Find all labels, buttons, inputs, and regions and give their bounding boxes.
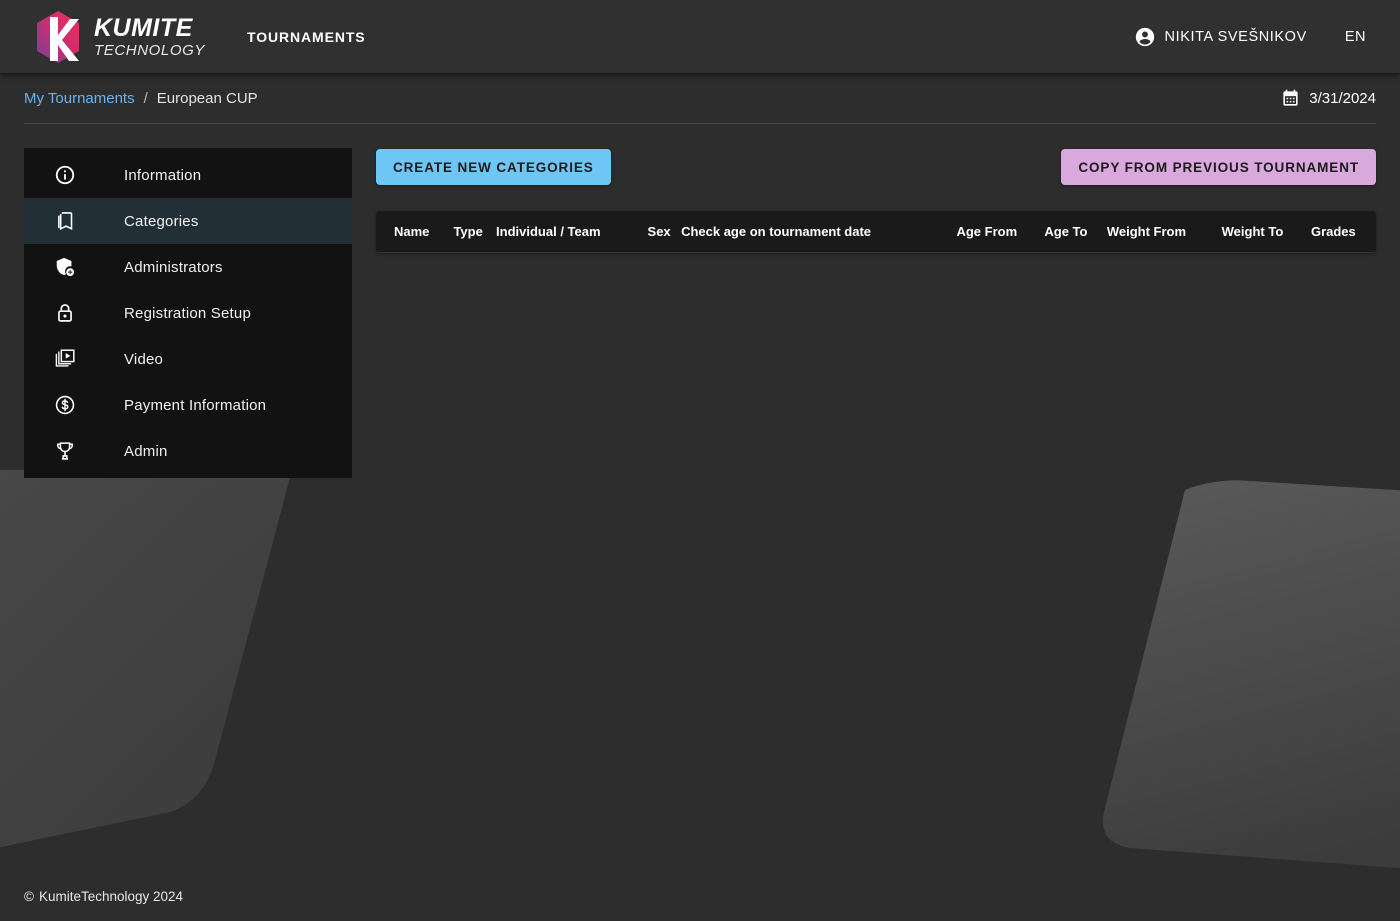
brand-name-line1: KUMITE: [94, 16, 205, 41]
categories-toolbar: CREATE NEW CATEGORIES COPY FROM PREVIOUS…: [376, 148, 1376, 186]
column-header-type[interactable]: Type: [453, 211, 496, 253]
create-new-categories-button[interactable]: CREATE NEW CATEGORIES: [376, 149, 611, 185]
sidebar-item-payment-information[interactable]: Payment Information: [24, 382, 352, 428]
sidebar-item-label: Video: [124, 351, 163, 368]
brand-wordmark: KUMITE TECHNOLOGY: [94, 16, 205, 58]
column-header-age-to[interactable]: Age To: [1044, 211, 1106, 253]
tournament-date-value: 3/31/2024: [1309, 90, 1376, 107]
column-header-check-age[interactable]: Check age on tournament date: [681, 211, 956, 253]
user-name-label: NIKITA SVEŠNIKOV: [1165, 29, 1307, 45]
breadcrumb-current-page: European CUP: [157, 90, 258, 107]
sidebar-item-categories[interactable]: Categories: [24, 198, 352, 244]
app-header: KUMITE TECHNOLOGY TOURNAMENTS NIKITA SVE…: [0, 0, 1400, 73]
column-header-sex[interactable]: Sex: [648, 211, 682, 253]
calendar-icon: [1281, 89, 1300, 108]
column-header-weight-from[interactable]: Weight From: [1107, 211, 1222, 253]
breadcrumb-bar: My Tournaments / European CUP 3/31/2024: [0, 73, 1400, 123]
sidebar-item-information[interactable]: Information: [24, 152, 352, 198]
copyright-text: KumiteTechnology 2024: [39, 889, 183, 904]
footer-copyright: © KumiteTechnology 2024: [24, 889, 183, 904]
copy-from-previous-tournament-button[interactable]: COPY FROM PREVIOUS TOURNAMENT: [1061, 149, 1376, 185]
header-divider: [24, 123, 1376, 124]
column-header-age-from[interactable]: Age From: [956, 211, 1044, 253]
sidebar-item-label: Registration Setup: [124, 305, 251, 322]
categories-table: Name Type Individual / Team Sex Check ag…: [376, 211, 1376, 253]
column-header-weight-to[interactable]: Weight To: [1222, 211, 1311, 253]
brand-name-line2: TECHNOLOGY: [94, 43, 205, 58]
info-circle-icon: [52, 164, 78, 186]
nav-tournaments[interactable]: TOURNAMENTS: [247, 29, 366, 45]
lock-icon: [52, 302, 78, 324]
language-switcher[interactable]: EN: [1345, 29, 1366, 45]
sidebar-item-administrators[interactable]: Administrators: [24, 244, 352, 290]
sidebar-item-registration-setup[interactable]: Registration Setup: [24, 290, 352, 336]
copyright-symbol: ©: [24, 889, 34, 904]
kumite-hexagon-k-logo-icon: [32, 9, 84, 65]
admin-shield-icon: [52, 256, 78, 278]
column-header-individual-team[interactable]: Individual / Team: [496, 211, 648, 253]
sidebar-item-label: Categories: [124, 213, 199, 230]
table-header-row: Name Type Individual / Team Sex Check ag…: [376, 211, 1376, 253]
sidebar-nav: Information Categories Administrators: [24, 148, 352, 478]
categories-panel: CREATE NEW CATEGORIES COPY FROM PREVIOUS…: [366, 148, 1376, 253]
sidebar-item-video[interactable]: Video: [24, 336, 352, 382]
video-library-icon: [52, 348, 78, 370]
main-content: Information Categories Administrators: [0, 124, 1400, 478]
bookmark-icon: [52, 210, 78, 232]
account-circle-icon: [1134, 26, 1156, 48]
sidebar-item-label: Payment Information: [124, 397, 266, 414]
sidebar-item-label: Administrators: [124, 259, 223, 276]
sidebar-item-admin[interactable]: Admin: [24, 428, 352, 474]
column-header-grades[interactable]: Grades: [1311, 211, 1376, 253]
sidebar-item-label: Admin: [124, 443, 168, 460]
column-header-name[interactable]: Name: [376, 211, 453, 253]
table-header: Name Type Individual / Team Sex Check ag…: [376, 211, 1376, 253]
breadcrumb-link-my-tournaments[interactable]: My Tournaments: [24, 90, 135, 107]
tournament-date[interactable]: 3/31/2024: [1281, 89, 1376, 108]
sidebar-item-label: Information: [124, 167, 201, 184]
trophy-icon: [52, 440, 78, 462]
breadcrumb-separator: /: [144, 90, 148, 107]
dollar-circle-icon: [52, 394, 78, 416]
user-menu[interactable]: NIKITA SVEŠNIKOV: [1134, 26, 1307, 48]
brand-logo[interactable]: KUMITE TECHNOLOGY: [32, 9, 205, 65]
